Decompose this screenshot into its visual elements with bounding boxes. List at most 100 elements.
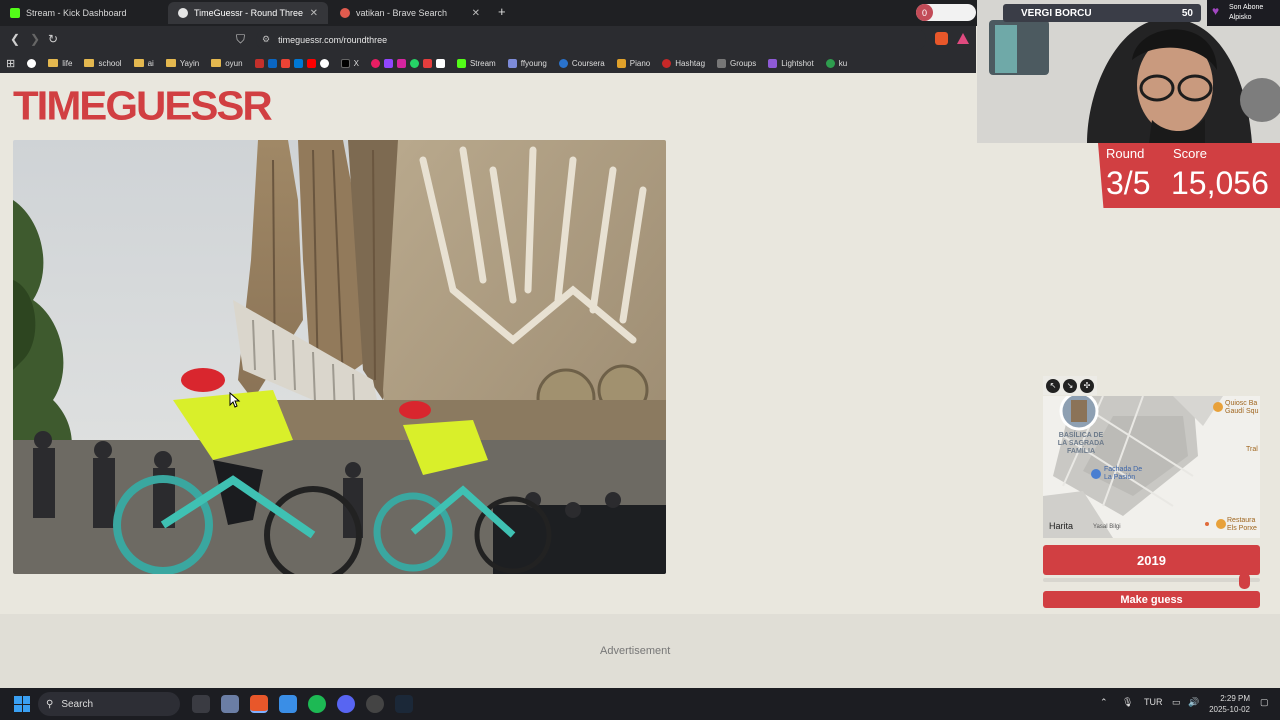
- new-tab-button[interactable]: +: [498, 4, 506, 19]
- bookmark-stream[interactable]: Stream: [451, 58, 502, 68]
- steam-icon[interactable]: [395, 695, 413, 713]
- reload-icon[interactable]: ↻: [48, 32, 58, 46]
- instagram-icon[interactable]: [396, 58, 406, 68]
- bookmark-icon-row: [249, 58, 335, 68]
- bookmark-label: school: [98, 58, 122, 68]
- twitch-icon[interactable]: [383, 58, 393, 68]
- brave-rewards-icon[interactable]: [957, 33, 969, 44]
- bookmark-lightshot[interactable]: Lightshot: [762, 58, 819, 68]
- forward-icon[interactable]: ❯: [30, 32, 40, 46]
- year-slider-track[interactable]: [1043, 578, 1260, 582]
- bookmark-label: Groups: [730, 58, 757, 68]
- bookmark-folder-school[interactable]: school: [78, 59, 127, 68]
- coursera-icon: [558, 58, 568, 68]
- brave-browser-icon[interactable]: [250, 695, 268, 713]
- url-text: timeguessr.com/roundthree: [278, 34, 388, 45]
- discord-icon[interactable]: [337, 695, 355, 713]
- back-icon[interactable]: ❮: [10, 32, 20, 46]
- bookmark-coursera[interactable]: Coursera: [553, 58, 611, 68]
- year-slider-thumb[interactable]: [1239, 573, 1250, 589]
- legal-link[interactable]: Yasal Bilgi: [1093, 524, 1121, 530]
- make-guess-button[interactable]: Make guess: [1043, 591, 1260, 608]
- close-tab-icon[interactable]: ✕: [310, 8, 318, 19]
- taskbar-search[interactable]: ⚲ Search: [38, 692, 180, 716]
- apple-maps-badge: Harita: [1049, 521, 1073, 531]
- tumblr-icon[interactable]: [422, 58, 432, 68]
- bookmark-label: Coursera: [571, 58, 605, 68]
- chrome-icon[interactable]: [319, 58, 329, 68]
- volume-icon[interactable]: 🔊: [1188, 697, 1199, 708]
- bookmark-groups[interactable]: Groups: [711, 58, 762, 68]
- ffyoung-icon: [507, 58, 517, 68]
- apps-grid-icon[interactable]: ⊞: [0, 57, 21, 70]
- language-indicator[interactable]: TUR: [1144, 697, 1163, 707]
- network-icon[interactable]: ▭: [1172, 697, 1181, 708]
- file-explorer-icon[interactable]: [221, 695, 239, 713]
- brave-shields-icon[interactable]: [935, 32, 948, 45]
- shrink-map-icon[interactable]: ↘: [1063, 378, 1077, 393]
- bookmark-label: ku: [838, 58, 848, 68]
- score-label: Score: [1173, 146, 1207, 161]
- advertisement-label: Advertisement: [600, 645, 671, 657]
- site-info-icon[interactable]: ⚙: [262, 34, 270, 45]
- tab-timeguessr[interactable]: TimeGuessr - Round Three ✕: [168, 2, 328, 24]
- mouse-cursor-icon: [229, 392, 241, 408]
- bookmark-piano[interactable]: Piano: [611, 58, 656, 68]
- linkedin-icon[interactable]: [267, 58, 277, 68]
- bookmark-label: Hashtag: [675, 58, 706, 68]
- bookmark-folder-life[interactable]: life: [42, 59, 78, 68]
- bookmark-folder-yayin[interactable]: Yayin: [160, 59, 205, 68]
- spotify-icon[interactable]: [308, 695, 326, 713]
- round-label: Round: [1106, 146, 1145, 161]
- google-bookmark-icon[interactable]: [21, 58, 42, 68]
- timeguessr-logo[interactable]: TIMEGUESSR: [13, 85, 273, 126]
- task-view-icon[interactable]: [192, 695, 210, 713]
- obs-icon[interactable]: [366, 695, 384, 713]
- vergi-borcu-widget: VERGI BORCU 50: [1003, 4, 1201, 22]
- windows-taskbar: ⚲ Search ⌃ 🎙 TUR ▭ 🔊 2:29 PM 2025-10-02 …: [0, 688, 1280, 720]
- whatsapp-icon[interactable]: [409, 58, 419, 68]
- bookmark-label: oyun: [225, 58, 243, 68]
- pin-map-icon[interactable]: ✣: [1080, 378, 1094, 393]
- notification-count: 0: [916, 4, 933, 21]
- map-label-tra: Tral: [1246, 446, 1258, 453]
- outlook-icon[interactable]: [293, 58, 303, 68]
- score-value: 15,056: [1171, 165, 1269, 201]
- tab-kick-dashboard[interactable]: Stream - Kick Dashboard: [0, 2, 168, 24]
- microphone-icon[interactable]: 🎙: [1122, 697, 1133, 708]
- bookmark-folder-oyun[interactable]: oyun: [205, 59, 248, 68]
- bookmark-hashtag[interactable]: Hashtag: [656, 58, 711, 68]
- advertisement-area: Advertisement: [0, 614, 1280, 688]
- amazon-icon[interactable]: [435, 58, 445, 68]
- pink-app-icon[interactable]: [370, 58, 380, 68]
- photos-icon[interactable]: [279, 695, 297, 713]
- expand-map-icon[interactable]: ↖: [1046, 378, 1060, 393]
- round-value: 3/5: [1106, 165, 1151, 201]
- search-placeholder: Search: [61, 698, 94, 710]
- windows-start-icon[interactable]: [14, 696, 30, 712]
- bookmark-label: Lightshot: [781, 58, 814, 68]
- map-label-restaurant: Restaura Els Porxe: [1227, 517, 1257, 532]
- tab-brave-search[interactable]: vatikan - Brave Search ✕: [330, 2, 490, 24]
- widget-value: 50: [1181, 7, 1193, 19]
- tray-chevron-icon[interactable]: ⌃: [1100, 697, 1108, 708]
- folder-icon: [84, 59, 95, 67]
- kick-icon: [10, 8, 20, 18]
- bookmark-icon-row-2: [365, 58, 451, 68]
- folder-icon: [165, 59, 176, 67]
- tab-title: Stream - Kick Dashboard: [26, 8, 127, 18]
- close-tab-icon[interactable]: ✕: [472, 8, 480, 19]
- guess-map[interactable]: BASÍLICA DE LA SAGRADA FAMÍLIA Fachada D…: [1043, 396, 1260, 538]
- gmail-icon[interactable]: [280, 58, 290, 68]
- folder-icon: [133, 59, 144, 67]
- youtube-icon[interactable]: [306, 58, 316, 68]
- bookmark-ku[interactable]: ku: [820, 58, 853, 68]
- notification-bell-icon[interactable]: ▢: [1260, 697, 1269, 708]
- bookmark-x[interactable]: X: [335, 58, 365, 68]
- red-app-icon[interactable]: [254, 58, 264, 68]
- bookmark-page-icon[interactable]: ⛉: [236, 32, 245, 47]
- bookmark-ffyoung[interactable]: ffyoung: [502, 58, 553, 68]
- bookmark-folder-ai[interactable]: ai: [128, 59, 160, 68]
- url-bar[interactable]: ⚙ timeguessr.com/roundthree: [256, 29, 926, 50]
- taskbar-clock[interactable]: 2:29 PM 2025-10-02: [1205, 693, 1250, 715]
